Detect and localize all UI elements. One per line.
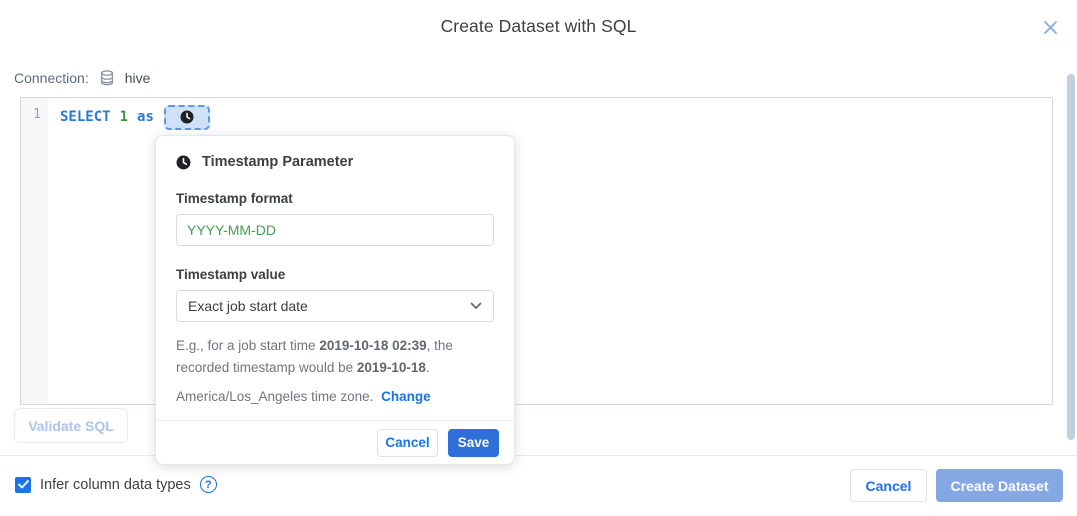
timezone-row: America/Los_Angeles time zone. Change (176, 389, 494, 404)
clock-icon (176, 155, 191, 169)
sql-number-literal: 1 (119, 109, 129, 125)
help-text-segment: . (425, 359, 430, 375)
popover-footer: Cancel Save (156, 420, 514, 464)
validate-sql-button[interactable]: Validate SQL (14, 408, 128, 443)
timezone-text: America/Los_Angeles time zone. (176, 389, 374, 405)
timestamp-parameter-popover: Timestamp Parameter Timestamp format Tim… (155, 135, 515, 465)
sql-keyword-select: SELECT (60, 109, 111, 125)
timestamp-value-label: Timestamp value (176, 267, 286, 282)
close-icon[interactable] (1040, 17, 1060, 37)
cancel-button[interactable]: Cancel (850, 469, 927, 502)
connection-value: hive (124, 70, 151, 86)
timestamp-value-select[interactable]: Exact job start date (176, 290, 494, 322)
popover-save-button[interactable]: Save (448, 428, 499, 457)
timestamp-format-label: Timestamp format (176, 191, 293, 206)
sql-keyword-as: as (137, 109, 154, 125)
change-timezone-link[interactable]: Change (381, 389, 431, 404)
connection-label: Connection: (14, 70, 89, 86)
chevron-down-icon (470, 302, 482, 309)
popover-header: Timestamp Parameter (176, 154, 494, 170)
editor-gutter: 1 (21, 98, 48, 404)
infer-column-row: Infer column data types ? (15, 476, 217, 493)
line-number: 1 (33, 107, 41, 122)
help-icon[interactable]: ? (199, 476, 217, 493)
help-text: E.g., for a job start time 2019-10-18 02… (176, 335, 506, 378)
help-text-segment: E.g., for a job start time (176, 338, 320, 353)
timestamp-value-selected: Exact job start date (188, 298, 308, 314)
timestamp-format-input[interactable] (176, 214, 494, 246)
infer-column-label: Infer column data types (40, 476, 191, 493)
create-dataset-button[interactable]: Create Dataset (936, 469, 1063, 502)
page-title: Create Dataset with SQL (440, 16, 637, 36)
help-text-bold: 2019-10-18 02:39 (319, 338, 427, 353)
popover-title: Timestamp Parameter (202, 154, 354, 170)
database-icon (98, 69, 116, 87)
code-line: SELECT 1 as (60, 104, 1052, 130)
help-text-bold: 2019-10-18 (356, 359, 426, 375)
vertical-scrollbar[interactable] (1067, 74, 1075, 440)
connection-row: Connection: hive (14, 69, 150, 87)
popover-cancel-button[interactable]: Cancel (377, 428, 438, 457)
clock-icon (180, 110, 194, 124)
infer-column-checkbox[interactable] (15, 476, 31, 493)
timestamp-parameter-chip[interactable] (163, 104, 210, 130)
